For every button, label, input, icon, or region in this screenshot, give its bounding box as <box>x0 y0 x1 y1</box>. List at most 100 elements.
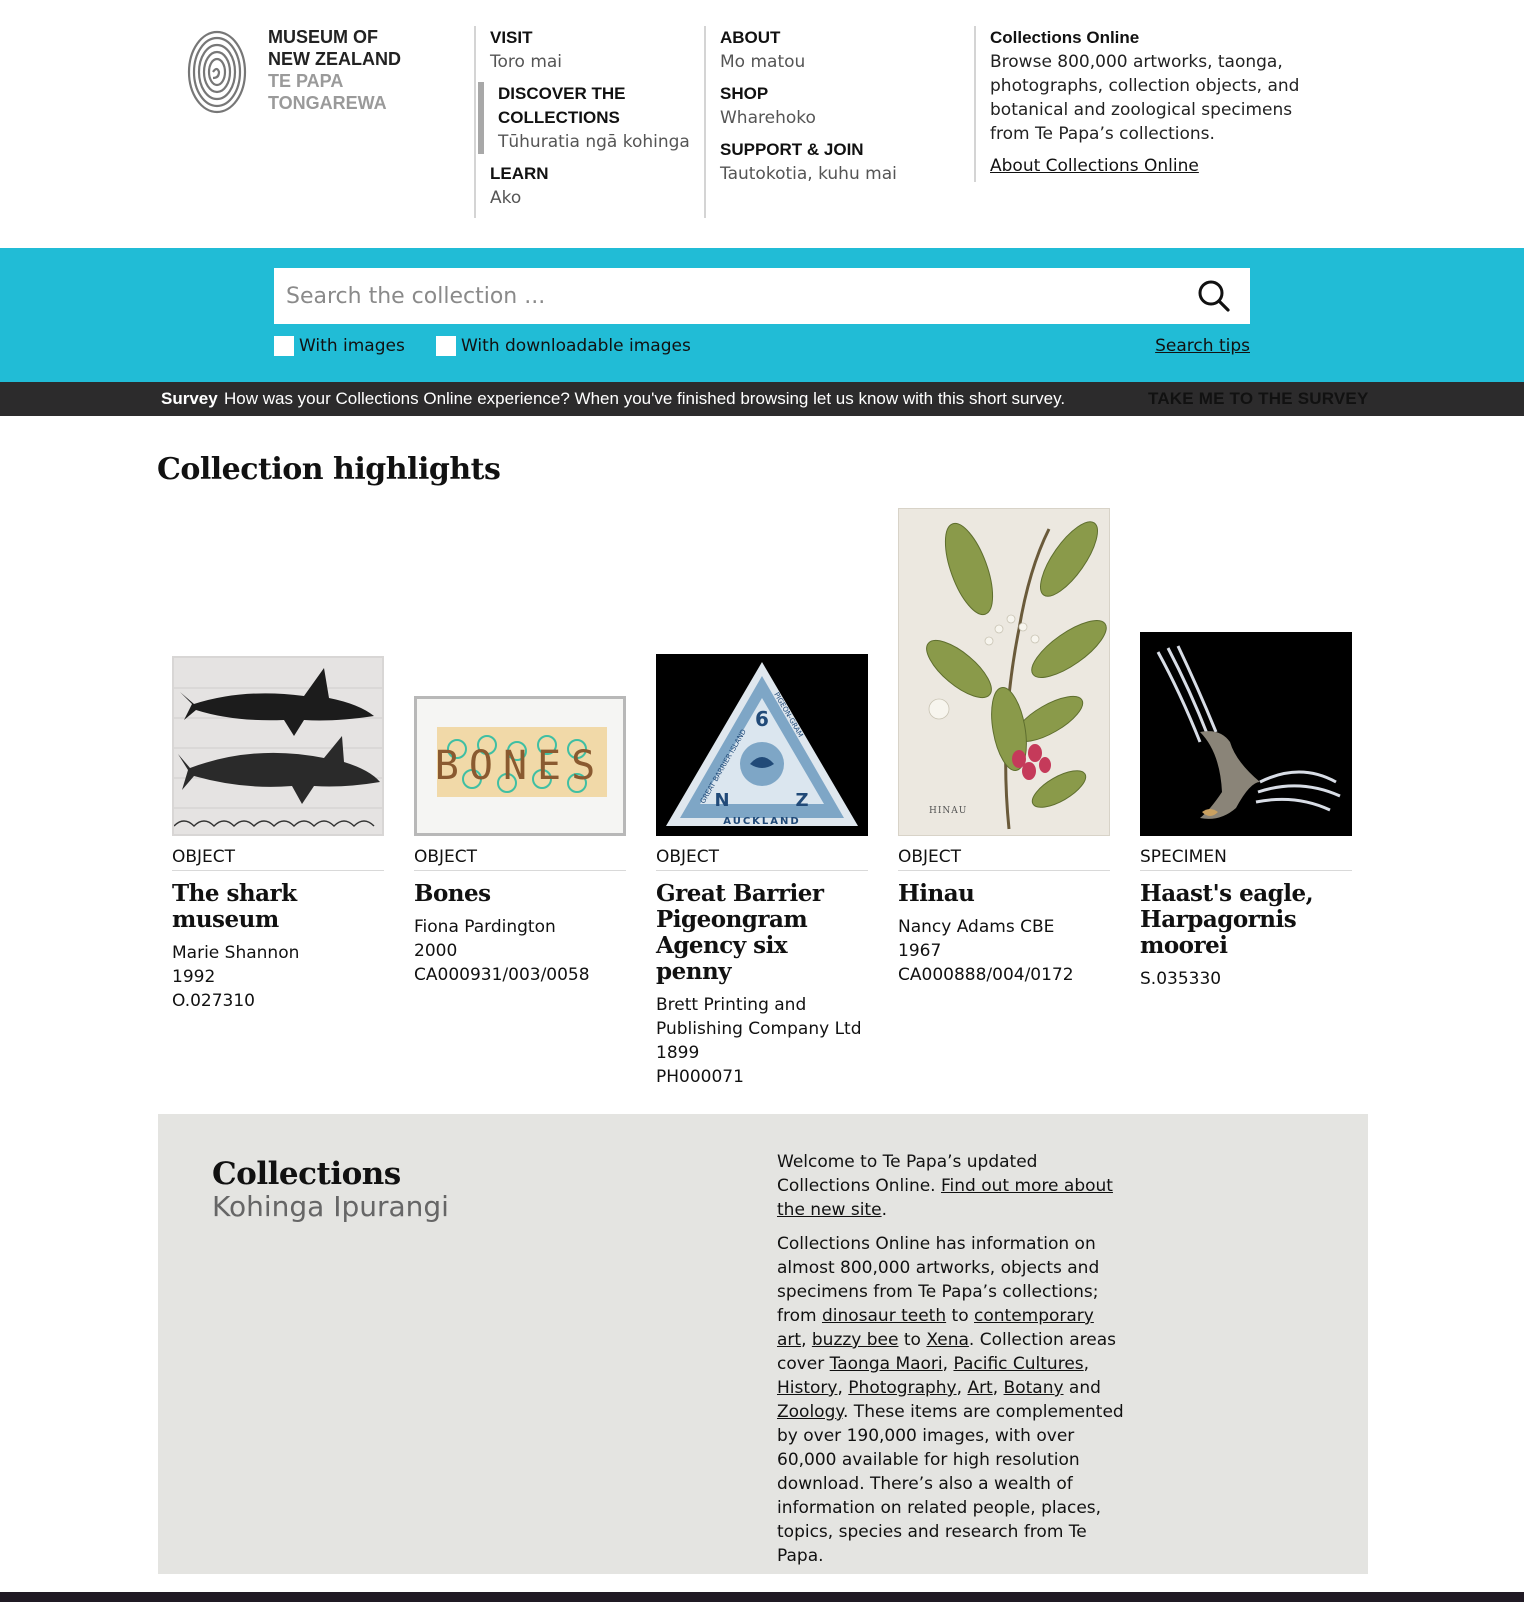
card-title[interactable]: The shark museum <box>172 881 384 933</box>
nav-about[interactable]: ABOUT Mo matou <box>706 26 974 74</box>
search-input[interactable] <box>274 268 1184 324</box>
card-date: 2000 <box>414 941 458 961</box>
bones-image[interactable]: BONES <box>414 696 626 836</box>
logo-line-3: TE PAPA <box>268 71 344 91</box>
footer-edge <box>0 1592 1524 1602</box>
card-date: 1899 <box>656 1043 700 1063</box>
collections-online-info: Collections Online Browse 800,000 artwor… <box>974 26 1334 182</box>
search-box <box>274 268 1250 324</box>
shark-photo <box>174 658 382 834</box>
p2-and: and <box>1063 1378 1101 1398</box>
site-header: MUSEUM OF NEW ZEALAND TE PAPA TONGAREWA … <box>0 0 1524 248</box>
eagle-image[interactable] <box>1140 632 1352 836</box>
search-icon <box>1198 280 1230 312</box>
stamp-photo: 6 N Z AUCKLAND GREAT BARRIER ISLAND PIGE… <box>656 654 868 836</box>
checkbox-box[interactable] <box>436 336 456 356</box>
checkbox-box[interactable] <box>274 336 294 356</box>
card-maker: Brett Printing and Publishing Company Lt… <box>656 995 862 1039</box>
zoology-link[interactable]: Zoology <box>777 1402 843 1422</box>
stamp-letter-left: N <box>714 790 729 811</box>
photography-link[interactable]: Photography <box>848 1378 956 1398</box>
museum-logo[interactable]: MUSEUM OF NEW ZEALAND TE PAPA TONGAREWA <box>186 26 416 116</box>
nav-column-1: VISIT Toro mai DISCOVER THE COLLECTIONS … <box>474 26 704 218</box>
card-registration: S.035330 <box>1140 969 1222 989</box>
card-maker: Nancy Adams CBE <box>898 917 1055 937</box>
shark-museum-image[interactable] <box>172 656 384 836</box>
hinau-image[interactable]: HINAU <box>898 508 1110 836</box>
card-type: OBJECT <box>656 846 868 871</box>
survey-lead: Survey <box>161 389 218 408</box>
card-type: OBJECT <box>898 846 1110 871</box>
about-collections-online-link[interactable]: About Collections Online <box>990 154 1199 178</box>
card-title[interactable]: Great Barrier Pigeongram Agency six penn… <box>656 881 868 985</box>
collections-intro-paragraph-1: Welcome to Te Papa’s updated Collections… <box>777 1152 1113 1220</box>
card-title[interactable]: Haast's eagle, Harpagornis moorei <box>1140 881 1352 959</box>
nav-support-join[interactable]: SUPPORT & JOIN Tautokotia, kuhu mai <box>706 138 974 186</box>
p2-to-2: to <box>898 1330 927 1350</box>
art-link[interactable]: Art <box>967 1378 992 1398</box>
card-registration: CA000931/003/0058 <box>414 965 590 985</box>
card-meta: OBJECT Bones Fiona Pardington 2000 CA000… <box>414 846 626 987</box>
nav-discover-label: DISCOVER THE COLLECTIONS <box>498 84 626 127</box>
search-button[interactable] <box>1196 278 1232 314</box>
nav-learn[interactable]: LEARN Ako <box>476 162 704 210</box>
stamp-image[interactable]: 6 N Z AUCKLAND GREAT BARRIER ISLAND PIGE… <box>656 654 868 836</box>
bones-art-text: BONES <box>435 743 605 789</box>
nav-shop[interactable]: SHOP Wharehoko <box>706 82 974 130</box>
hinau-illustration: HINAU <box>899 509 1109 835</box>
nav-shop-maori: Wharehoko <box>720 108 816 128</box>
card-meta: OBJECT The shark museum Marie Shannon 19… <box>172 846 384 1013</box>
card-type: SPECIMEN <box>1140 846 1352 871</box>
card-meta: OBJECT Hinau Nancy Adams CBE 1967 CA0008… <box>898 846 1110 987</box>
pacific-cultures-link[interactable]: Pacific Cultures <box>953 1354 1083 1374</box>
nav-visit[interactable]: VISIT Toro mai <box>476 26 704 74</box>
p2-comma-1: , <box>801 1330 807 1350</box>
card-date: 1992 <box>172 967 216 987</box>
with-images-checkbox[interactable]: With images <box>274 336 405 356</box>
botany-link[interactable]: Botany <box>1004 1378 1064 1398</box>
search-band: With images With downloadable images Sea… <box>0 248 1524 382</box>
nav-visit-maori: Toro mai <box>490 52 563 72</box>
collections-heading: Collections <box>212 1156 401 1192</box>
card-meta: SPECIMEN Haast's eagle, Harpagornis moor… <box>1140 846 1352 991</box>
fingerprint-icon <box>187 30 247 114</box>
stamp-bottom-text: AUCKLAND <box>723 816 800 827</box>
nav-learn-label: LEARN <box>490 164 549 183</box>
taonga-maori-link[interactable]: Taonga Maori <box>830 1354 943 1374</box>
card-maker: Fiona Pardington <box>414 917 556 937</box>
card-date: 1967 <box>898 941 942 961</box>
p2-c: . These items are complemented by over 1… <box>777 1402 1124 1566</box>
logo-line-1: MUSEUM OF <box>268 27 378 47</box>
nav-support-maori: Tautokotia, kuhu mai <box>720 164 897 184</box>
nav-column-2: ABOUT Mo matou SHOP Wharehoko SUPPORT & … <box>704 26 974 218</box>
with-downloadable-images-checkbox[interactable]: With downloadable images <box>436 336 691 356</box>
card-type: OBJECT <box>414 846 626 871</box>
dinosaur-teeth-link[interactable]: dinosaur teeth <box>822 1306 946 1326</box>
with-downloadable-label: With downloadable images <box>461 336 691 356</box>
search-tips-link[interactable]: Search tips <box>1155 336 1250 356</box>
logo-line-2: NEW ZEALAND <box>268 49 401 69</box>
bones-artwork: BONES <box>417 699 623 833</box>
survey-message: How was your Collections Online experien… <box>224 389 1066 408</box>
card-registration: O.027310 <box>172 991 255 1011</box>
collection-highlights-heading: Collection highlights <box>157 452 501 487</box>
nav-discover-collections[interactable]: DISCOVER THE COLLECTIONS Tūhuratia ngā k… <box>478 82 704 154</box>
collections-intro-text: Welcome to Te Papa’s updated Collections… <box>777 1150 1127 1578</box>
card-meta: OBJECT Great Barrier Pigeongram Agency s… <box>656 846 868 1089</box>
buzzy-bee-link[interactable]: buzzy bee <box>812 1330 899 1350</box>
take-survey-link[interactable]: TAKE ME TO THE SURVEY <box>1148 382 1369 416</box>
nav-about-label: ABOUT <box>720 28 781 47</box>
nav-shop-label: SHOP <box>720 84 769 103</box>
card-registration: PH000071 <box>656 1067 744 1087</box>
hinau-label: HINAU <box>929 806 967 816</box>
nav-learn-maori: Ako <box>490 188 522 208</box>
collections-online-description: Browse 800,000 artworks, taonga, photogr… <box>990 52 1300 144</box>
card-registration: CA000888/004/0172 <box>898 965 1074 985</box>
card-title[interactable]: Bones <box>414 881 626 907</box>
collections-subheading: Kohinga Ipurangi <box>212 1190 449 1223</box>
card-title[interactable]: Hinau <box>898 881 1110 907</box>
stamp-letter-right: Z <box>795 790 808 811</box>
history-link[interactable]: History <box>777 1378 837 1398</box>
xena-link[interactable]: Xena <box>926 1330 969 1350</box>
survey-bar: Survey How was your Collections Online e… <box>0 382 1524 416</box>
